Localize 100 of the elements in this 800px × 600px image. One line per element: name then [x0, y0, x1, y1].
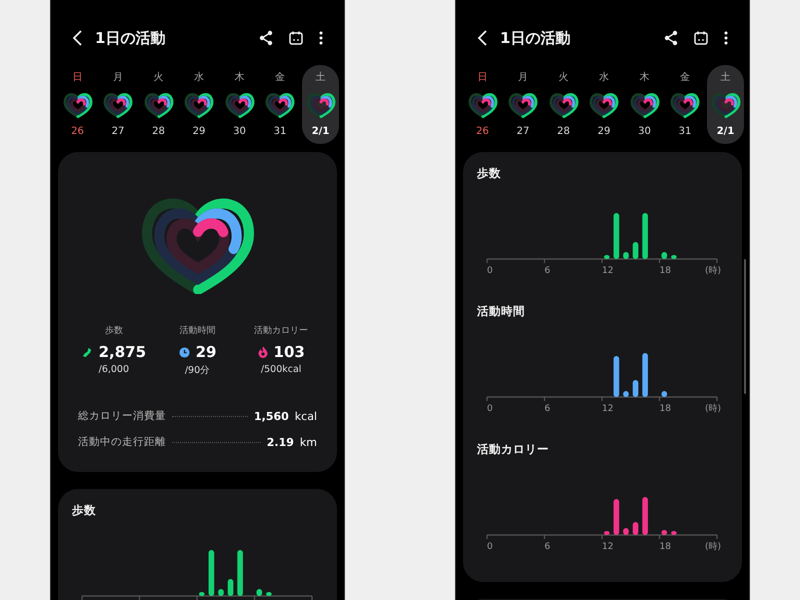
weekday-label: 金 — [680, 71, 690, 84]
axis-label: 6 — [544, 404, 550, 413]
date-label: 28 — [557, 126, 570, 137]
heart-rings-icon — [630, 91, 660, 119]
date-label: 29 — [192, 126, 206, 137]
share-icon[interactable] — [258, 30, 274, 46]
axis-unit: (時) — [704, 542, 721, 551]
weekday-label: 金 — [275, 71, 285, 84]
date-label: 2/1 — [312, 126, 330, 137]
weekday-label: 木 — [234, 70, 244, 84]
stat-value: 29 — [196, 343, 216, 361]
day-tab[interactable]: 日 26 — [59, 65, 96, 144]
page-title: 1日の活動 — [95, 28, 166, 48]
date-label: 2/1 — [716, 126, 734, 137]
day-tab[interactable]: 木 30 — [221, 65, 258, 144]
day-tab[interactable]: 水 29 — [586, 65, 622, 144]
chart-title: 歩数 — [72, 503, 97, 518]
weekday-label: 水 — [194, 70, 204, 84]
weekday-label: 月 — [113, 71, 123, 84]
date-label: 27 — [112, 126, 124, 137]
calendar-icon[interactable] — [288, 30, 304, 46]
page-title: 1日の活動 — [500, 28, 570, 48]
weekday-label: 火 — [154, 70, 164, 84]
date-label: 26 — [71, 126, 84, 137]
date-label: 31 — [274, 126, 286, 137]
heart-rings-icon — [265, 91, 295, 119]
scrollbar[interactable] — [744, 259, 746, 394]
axis-unit: (時) — [704, 404, 721, 413]
weekday-label: 水 — [599, 70, 609, 84]
heart-rings-icon — [144, 91, 174, 119]
stat-value: 2,875 — [98, 343, 146, 361]
date-label: 31 — [678, 126, 692, 137]
heart-rings-icon — [62, 91, 92, 119]
stat-label: 活動カロリー — [254, 324, 308, 337]
axis-label: 0 — [487, 266, 493, 275]
weekday-label: 木 — [640, 70, 650, 84]
more-icon[interactable] — [723, 30, 729, 46]
axis-label: 0 — [487, 542, 493, 551]
stat-value: 103 — [274, 343, 305, 361]
chart-title: 歩数 — [477, 166, 502, 181]
day-tab[interactable]: 月 27 — [504, 65, 542, 144]
stat-goal: /6,000 — [98, 364, 130, 375]
shoe-icon — [82, 346, 93, 358]
chart-title: 活動カロリー — [477, 442, 550, 457]
row-value: 1,560 — [254, 410, 289, 422]
date-label: 30 — [638, 126, 651, 137]
heart-rings-icon — [670, 91, 700, 119]
stat-goal: /90分 — [184, 364, 210, 377]
axis-label: 12 — [602, 404, 614, 413]
axis-label: 12 — [602, 266, 614, 275]
clock-icon — [178, 346, 190, 358]
more-icon[interactable] — [318, 30, 324, 46]
stat-label: 活動時間 — [180, 324, 216, 337]
day-tab[interactable]: 土 2/1 — [707, 65, 744, 144]
heart-rings-icon — [508, 91, 538, 119]
heart-rings-icon — [710, 91, 740, 119]
row-unit: km — [300, 436, 317, 448]
day-tab[interactable]: 月 27 — [100, 65, 136, 144]
day-tab[interactable]: 火 28 — [545, 65, 582, 144]
axis-label: 18 — [660, 266, 671, 275]
axis-label: 18 — [660, 542, 671, 551]
day-tab[interactable]: 日 26 — [464, 65, 501, 144]
weekday-label: 月 — [518, 71, 528, 84]
date-label: 28 — [152, 126, 165, 137]
row-unit: kcal — [294, 410, 317, 422]
stat-goal: /500kcal — [260, 364, 302, 375]
flame-icon — [258, 346, 268, 358]
date-label: 29 — [598, 126, 610, 137]
date-label: 30 — [233, 126, 246, 137]
weekday-label: 日 — [478, 71, 488, 84]
row-label: 活動中の走行距離 — [78, 435, 166, 449]
axis-label: 6 — [544, 266, 550, 275]
day-tab[interactable]: 金 31 — [666, 65, 704, 144]
weekday-label: 土 — [316, 70, 326, 84]
axis-label: 18 — [660, 404, 671, 413]
heart-rings-icon — [468, 91, 498, 119]
day-tab[interactable]: 火 28 — [140, 65, 177, 144]
axis-label: 12 — [602, 542, 614, 551]
heart-rings-icon — [306, 91, 336, 119]
weekday-label: 日 — [72, 71, 82, 84]
share-icon[interactable] — [663, 30, 679, 46]
day-tab[interactable]: 土 2/1 — [302, 65, 339, 144]
date-label: 27 — [516, 126, 530, 137]
day-tab[interactable]: 水 29 — [180, 65, 218, 144]
heart-rings-icon — [103, 91, 133, 119]
weekday-label: 土 — [720, 70, 730, 84]
date-label: 26 — [476, 126, 489, 137]
day-tab[interactable]: 金 31 — [262, 65, 298, 144]
axis-label: 6 — [544, 542, 550, 551]
heart-rings-icon — [184, 91, 214, 119]
heart-rings-icon — [548, 91, 578, 119]
heart-rings-icon — [224, 91, 254, 119]
row-label: 総カロリー消費量 — [78, 409, 166, 423]
chart-title: 活動時間 — [477, 304, 526, 319]
weekday-label: 火 — [558, 70, 568, 84]
calendar-icon[interactable] — [693, 30, 709, 46]
stat-label: 歩数 — [104, 324, 123, 337]
day-tab[interactable]: 木 30 — [626, 65, 663, 144]
row-value: 2.19 — [266, 436, 294, 448]
axis-label: 0 — [487, 404, 493, 413]
